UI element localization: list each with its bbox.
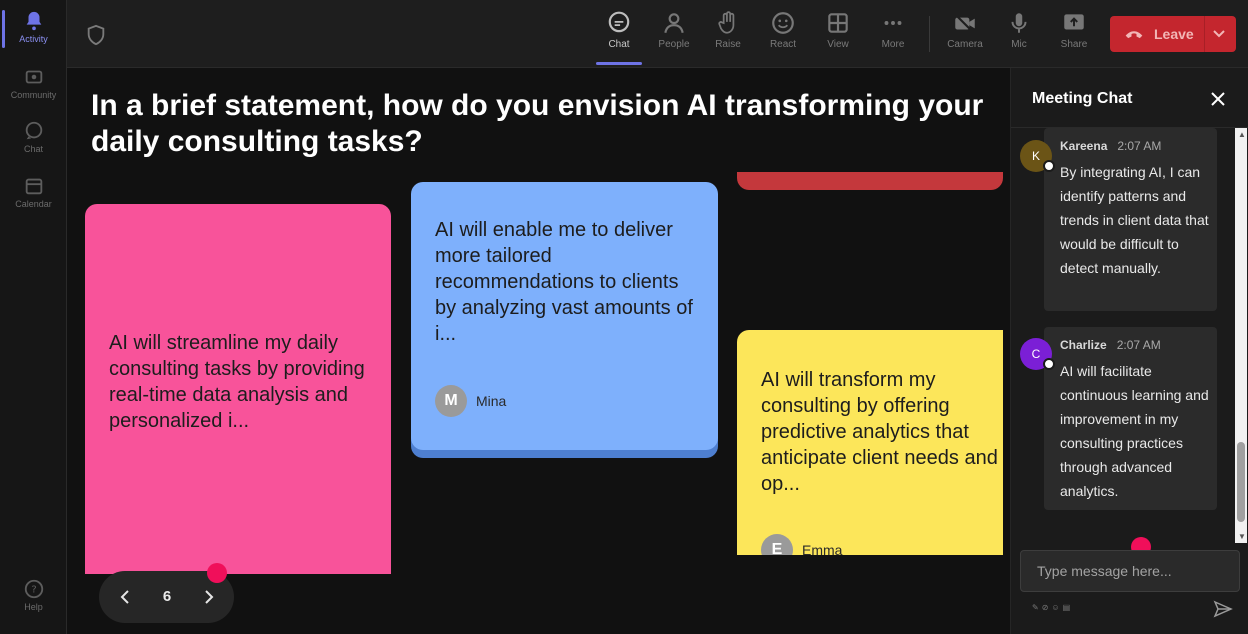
mic-button[interactable]: Mic	[995, 10, 1043, 50]
view-button-label: View	[827, 39, 849, 50]
rail-label: Activity	[19, 34, 48, 44]
status-indicator	[1043, 160, 1055, 172]
person-icon	[664, 13, 684, 34]
leave-divider	[1204, 16, 1205, 52]
rail-label: Calendar	[15, 199, 52, 209]
page-number: 6	[162, 588, 172, 605]
avatar-initial: C	[1031, 347, 1041, 361]
scroll-down-icon[interactable]: ▼	[1238, 532, 1246, 541]
chat-message-input[interactable]	[1020, 550, 1240, 592]
community-icon	[25, 70, 42, 84]
view-button[interactable]: View	[814, 10, 862, 50]
more-button-label: More	[881, 39, 905, 50]
chat-icon	[608, 11, 630, 33]
share-screen-icon	[1064, 14, 1084, 30]
calendar-icon	[25, 178, 42, 195]
hand-icon	[718, 11, 735, 34]
camera-off-icon	[954, 13, 975, 34]
rail-item-help[interactable]: ? Help	[0, 578, 67, 612]
scroll-thumb[interactable]	[1237, 442, 1245, 522]
sender-name: Kareena	[1060, 139, 1108, 153]
status-indicator	[1043, 358, 1055, 370]
share-button-label: Share	[1060, 39, 1088, 50]
help-icon: ?	[24, 579, 43, 599]
meeting-chat-panel: Meeting Chat Kareena 2:07 AM By integrati…	[1010, 68, 1248, 634]
rail-item-activity[interactable]: Activity	[0, 10, 67, 44]
rail-item-calendar[interactable]: Calendar	[0, 175, 67, 209]
send-icon[interactable]	[1213, 599, 1233, 619]
mic-button-label: Mic	[1011, 39, 1027, 50]
meeting-toolbar: Chat People Raise React View More Camera…	[67, 0, 1248, 68]
avatar: M	[435, 385, 467, 417]
more-dots-icon	[884, 21, 902, 25]
board-stage: In a brief statement, how do you envisio…	[67, 68, 1010, 634]
chevron-down-icon[interactable]	[1212, 28, 1226, 40]
bell-icon	[26, 11, 41, 31]
message-time: 2:07 AM	[1116, 338, 1161, 352]
formatting-icons[interactable]: ✎⊘☺▤	[1032, 603, 1073, 612]
more-button[interactable]: More	[869, 10, 917, 50]
camera-button[interactable]: Camera	[941, 10, 989, 50]
question-title: In a brief statement, how do you envisio…	[91, 89, 984, 158]
react-button[interactable]: React	[759, 10, 807, 50]
chat-button-label: Chat	[608, 39, 630, 50]
shield-icon[interactable]	[85, 24, 107, 46]
avatar: C	[1020, 338, 1055, 370]
card-text: AI will transform my consulting by offer…	[761, 369, 998, 495]
chevron-right-icon[interactable]	[199, 587, 219, 607]
rail-label: Help	[24, 602, 43, 612]
chat-scrollbar[interactable]: ▲ ▼	[1235, 128, 1247, 543]
scroll-up-icon[interactable]: ▲	[1238, 130, 1246, 139]
sender-name: Charlize	[1060, 338, 1107, 352]
camera-button-label: Camera	[947, 39, 983, 50]
rail-label: Chat	[23, 144, 43, 154]
message-text: By integrating AI, I can identify patter…	[1060, 164, 1209, 276]
people-button[interactable]: People	[650, 10, 698, 50]
chat-icon	[25, 121, 42, 140]
grid-icon	[828, 13, 848, 33]
raise-button-label: Raise	[715, 39, 741, 50]
chat-message: Kareena 2:07 AM By integrating AI, I can …	[1044, 128, 1217, 311]
svg-text:?: ?	[31, 585, 36, 596]
phone-hangup-icon	[1125, 31, 1143, 39]
response-card-partial[interactable]	[737, 172, 1003, 190]
chevron-left-icon[interactable]	[115, 587, 135, 607]
cursor-dot	[207, 563, 227, 583]
people-button-label: People	[658, 39, 690, 50]
response-card[interactable]: AI will enable me to deliver more tailor…	[411, 182, 718, 450]
toolbar-divider	[929, 16, 930, 52]
message-text: AI will facilitate continuous learning a…	[1060, 363, 1209, 499]
message-time: 2:07 AM	[1117, 139, 1162, 153]
avatar-initial: K	[1031, 149, 1040, 163]
avatar: E	[761, 534, 793, 555]
response-card[interactable]: AI will transform my consulting by offer…	[737, 330, 1003, 555]
smiley-icon	[772, 12, 794, 34]
chat-button[interactable]: Chat	[595, 10, 643, 50]
card-text: AI will enable me to deliver more tailor…	[435, 219, 693, 345]
card-author: M Mina	[435, 385, 506, 417]
share-button[interactable]: Share	[1050, 10, 1098, 50]
raise-hand-button[interactable]: Raise	[704, 10, 752, 50]
chat-title: Meeting Chat	[1032, 90, 1133, 107]
rail-label: Community	[10, 90, 57, 100]
card-text: AI will streamline my daily consulting t…	[109, 332, 365, 432]
chat-message: Charlize 2:07 AM AI will facilitate conti…	[1044, 327, 1217, 510]
message-header: Kareena 2:07 AM	[1060, 139, 1161, 153]
card-author: E Emma	[761, 534, 842, 555]
rail-item-community[interactable]: Community	[0, 66, 67, 100]
leave-button[interactable]: Leave	[1110, 16, 1236, 52]
author-name: Emma	[802, 542, 843, 555]
message-header: Charlize 2:07 AM	[1060, 338, 1161, 352]
response-card[interactable]: AI will streamline my daily consulting t…	[85, 204, 391, 574]
author-name: Mina	[476, 393, 507, 409]
react-button-label: React	[769, 39, 797, 50]
chat-tab-indicator	[596, 62, 642, 65]
rail-item-chat[interactable]: Chat	[0, 120, 67, 154]
left-rail: Activity Community Chat Calendar ? Help	[0, 0, 67, 634]
close-icon[interactable]	[1209, 90, 1227, 108]
mic-icon	[1011, 13, 1027, 33]
leave-button-label: Leave	[1154, 26, 1194, 42]
avatar: K	[1020, 140, 1055, 172]
